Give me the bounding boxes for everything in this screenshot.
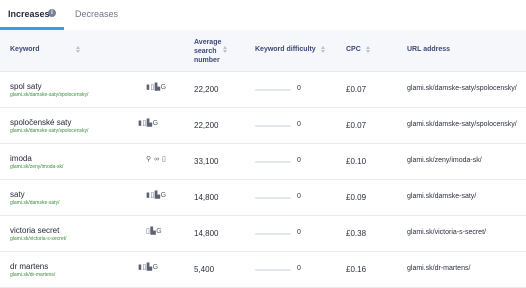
cpc-value: £0.38 <box>346 229 367 238</box>
serp-features-icon: ▮▯▙G <box>138 264 159 271</box>
serp-features-icon: ▮▯▙G <box>146 192 167 199</box>
difficulty-value: 0 <box>297 157 301 164</box>
keyword-text[interactable]: victoria secret <box>10 226 59 235</box>
search-volume: 14,800 <box>194 229 219 238</box>
keyword-text[interactable]: saty <box>10 190 25 199</box>
table-row[interactable]: victoria secret glami.sk/victoria-s-secr… <box>0 216 526 252</box>
column-url[interactable]: URL address <box>407 45 450 54</box>
keyword-url[interactable]: glami.sk/victoria-s-secret/ <box>10 236 66 242</box>
search-volume: 33,100 <box>194 157 219 166</box>
serp-features-icon: ▯▙G <box>146 228 163 235</box>
column-keyword[interactable]: Keyword <box>10 45 40 54</box>
sort-difficulty-icon[interactable] <box>321 46 325 53</box>
tab-increases[interactable]: Increases <box>8 9 50 19</box>
sort-cpc-icon[interactable] <box>366 46 370 53</box>
url-address[interactable]: glami.sk/zeny/imoda-sk/ <box>407 157 482 164</box>
keyword-url[interactable]: glami.sk/damske-saty/spolocensky/ <box>10 128 88 134</box>
keyword-url[interactable]: glami.sk/dr-martens/ <box>10 272 55 278</box>
url-address[interactable]: glami.sk/victoria-s-secret/ <box>407 229 486 236</box>
url-address[interactable]: glami.sk/damske-saty/spolocensky/ <box>407 85 517 92</box>
cpc-value: £0.07 <box>346 121 367 130</box>
difficulty-bar <box>255 197 291 199</box>
column-cpc[interactable]: CPC <box>346 45 361 54</box>
difficulty-bar <box>255 125 291 127</box>
tab-bar: Increases i Decreases <box>0 0 526 31</box>
table-row[interactable]: spol saty glami.sk/damske-saty/spolocens… <box>0 72 526 108</box>
difficulty-bar <box>255 161 291 163</box>
table-row[interactable]: imoda glami.sk/zeny/imoda-sk/ ⚲ ∞ ▯ 33,1… <box>0 144 526 180</box>
keyword-url[interactable]: glami.sk/damske-saty/ <box>10 200 59 206</box>
tab-decreases[interactable]: Decreases <box>75 9 118 19</box>
sort-keyword-icon[interactable] <box>76 46 80 53</box>
search-volume: 22,200 <box>194 85 219 94</box>
cpc-value: £0.09 <box>346 193 367 202</box>
info-icon[interactable]: i <box>48 9 56 17</box>
keyword-text[interactable]: spol saty <box>10 82 42 91</box>
table-header: Keyword Average search number Keyword di… <box>0 30 526 72</box>
url-address[interactable]: glami.sk/damske-saty/spolocensky/ <box>407 121 517 128</box>
search-volume: 5,400 <box>194 265 215 274</box>
difficulty-bar <box>255 233 291 235</box>
table-row[interactable]: spoločenské saty glami.sk/damske-saty/sp… <box>0 108 526 144</box>
table-row[interactable]: saty glami.sk/damske-saty/ ▮▯▙G 14,800 0… <box>0 180 526 216</box>
difficulty-value: 0 <box>297 229 301 236</box>
keyword-text[interactable]: dr martens <box>10 262 48 271</box>
difficulty-value: 0 <box>297 265 301 272</box>
difficulty-value: 0 <box>297 193 301 200</box>
difficulty-bar <box>255 269 291 271</box>
keyword-text[interactable]: imoda <box>10 154 32 163</box>
keyword-url[interactable]: glami.sk/zeny/imoda-sk/ <box>10 164 63 170</box>
difficulty-value: 0 <box>297 121 301 128</box>
serp-features-icon: ⚲ ∞ ▯ <box>146 156 167 163</box>
serp-features-icon: ▮▯▙G <box>146 84 167 91</box>
column-difficulty[interactable]: Keyword difficulty <box>255 45 316 54</box>
serp-features-icon: ▮▯▙G <box>138 120 159 127</box>
keyword-text[interactable]: spoločenské saty <box>10 118 71 127</box>
cpc-value: £0.07 <box>346 85 367 94</box>
cpc-value: £0.10 <box>346 157 367 166</box>
search-volume: 14,800 <box>194 193 219 202</box>
cpc-value: £0.16 <box>346 265 367 274</box>
column-search-volume[interactable]: Average search number <box>194 38 221 65</box>
sort-volume-icon[interactable] <box>223 46 227 53</box>
url-address[interactable]: glami.sk/dr-martens/ <box>407 265 470 272</box>
url-address[interactable]: glami.sk/damske-saty/ <box>407 193 476 200</box>
keyword-url[interactable]: glami.sk/damske-saty/spolocensky/ <box>10 92 88 98</box>
search-volume: 22,200 <box>194 121 219 130</box>
difficulty-bar <box>255 89 291 91</box>
difficulty-value: 0 <box>297 85 301 92</box>
